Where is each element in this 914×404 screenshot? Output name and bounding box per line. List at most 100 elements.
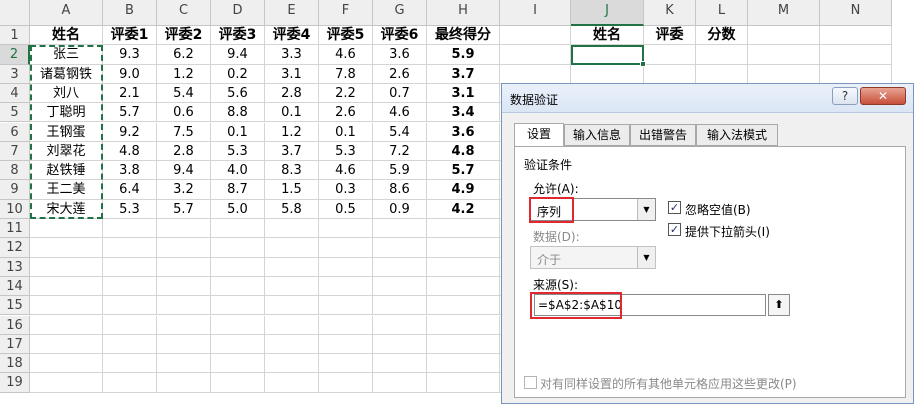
column-header[interactable]: M <box>748 0 820 26</box>
grid-cell[interactable]: 5.9 <box>373 161 427 181</box>
data-select[interactable]: 介于 ▼ <box>530 246 656 269</box>
grid-cell[interactable]: 王二美 <box>30 180 103 200</box>
grid-cell[interactable]: 8.7 <box>211 180 265 200</box>
row-header[interactable]: 6 <box>0 122 30 142</box>
grid-cell[interactable]: 5.3 <box>319 141 373 162</box>
grid-cell[interactable]: 8.6 <box>373 180 427 200</box>
grid-cell[interactable]: 3.3 <box>265 45 319 65</box>
grid-cell[interactable]: 0.7 <box>373 83 427 104</box>
grid-cell[interactable]: 8.8 <box>211 103 265 123</box>
grid-cell[interactable]: 4.2 <box>427 199 500 219</box>
grid-cell[interactable] <box>373 315 427 335</box>
grid-cell[interactable] <box>265 354 319 374</box>
grid-cell[interactable]: 姓名 <box>30 26 103 46</box>
grid-cell[interactable] <box>211 296 265 316</box>
grid-cell[interactable] <box>427 238 500 258</box>
grid-cell[interactable]: 5.8 <box>265 199 319 219</box>
grid-cell[interactable] <box>373 354 427 374</box>
grid-cell[interactable] <box>500 45 571 65</box>
grid-cell[interactable] <box>211 257 265 277</box>
grid-cell[interactable]: 诸葛钢铁 <box>30 64 103 84</box>
help-button[interactable]: ? <box>832 87 858 105</box>
grid-cell[interactable]: 0.2 <box>211 64 265 84</box>
grid-cell[interactable] <box>265 296 319 316</box>
grid-cell[interactable] <box>373 219 427 239</box>
row-header[interactable]: 8 <box>0 161 30 181</box>
dialog-titlebar[interactable]: 数据验证 ? ✕ <box>502 84 913 113</box>
grid-cell[interactable]: 3.2 <box>157 180 211 200</box>
grid-cell[interactable]: 张三 <box>30 45 103 65</box>
grid-cell[interactable]: 0.1 <box>319 122 373 142</box>
grid-cell[interactable] <box>696 64 748 84</box>
row-header[interactable]: 9 <box>0 180 30 200</box>
grid-cell[interactable] <box>427 296 500 316</box>
grid-cell[interactable] <box>30 315 103 335</box>
active-cell-j2[interactable] <box>571 45 644 65</box>
grid-cell[interactable] <box>373 296 427 316</box>
grid-cell[interactable] <box>157 296 211 316</box>
grid-cell[interactable]: 6.2 <box>157 45 211 65</box>
grid-cell[interactable]: 3.6 <box>427 122 500 142</box>
grid-cell[interactable]: 3.6 <box>373 45 427 65</box>
grid-cell[interactable] <box>427 354 500 374</box>
grid-cell[interactable]: 刘翠花 <box>30 141 103 162</box>
grid-cell[interactable] <box>319 238 373 258</box>
grid-cell[interactable]: 5.3 <box>103 199 157 219</box>
grid-cell[interactable]: 姓名 <box>571 26 644 46</box>
grid-cell[interactable]: 4.8 <box>427 141 500 162</box>
grid-cell[interactable] <box>157 276 211 297</box>
grid-cell[interactable]: 1.2 <box>157 64 211 84</box>
grid-cell[interactable]: 9.0 <box>103 64 157 84</box>
grid-cell[interactable]: 宋大莲 <box>30 199 103 219</box>
grid-cell[interactable]: 8.3 <box>265 161 319 181</box>
row-header[interactable]: 18 <box>0 354 30 374</box>
grid-cell[interactable] <box>211 238 265 258</box>
grid-cell[interactable]: 0.9 <box>373 199 427 219</box>
grid-cell[interactable] <box>157 373 211 393</box>
close-button[interactable]: ✕ <box>860 87 906 105</box>
grid-cell[interactable] <box>30 296 103 316</box>
grid-cell[interactable]: 2.8 <box>157 141 211 162</box>
grid-cell[interactable] <box>265 219 319 239</box>
grid-cell[interactable] <box>103 257 157 277</box>
grid-cell[interactable]: 5.9 <box>427 45 500 65</box>
grid-cell[interactable]: 9.4 <box>157 161 211 181</box>
grid-cell[interactable] <box>373 373 427 393</box>
grid-cell[interactable] <box>103 315 157 335</box>
row-header[interactable]: 7 <box>0 141 30 162</box>
grid-cell[interactable] <box>30 257 103 277</box>
grid-cell[interactable] <box>319 315 373 335</box>
chevron-down-icon[interactable]: ▼ <box>637 199 655 220</box>
grid-cell[interactable]: 4.8 <box>103 141 157 162</box>
grid-cell[interactable] <box>427 315 500 335</box>
grid-cell[interactable]: 1.2 <box>265 122 319 142</box>
grid-cell[interactable] <box>30 276 103 297</box>
grid-cell[interactable]: 评委2 <box>157 26 211 46</box>
grid-cell[interactable]: 4.6 <box>373 103 427 123</box>
grid-cell[interactable] <box>30 219 103 239</box>
grid-cell[interactable]: 5.4 <box>157 83 211 104</box>
row-header[interactable]: 15 <box>0 296 30 316</box>
grid-cell[interactable] <box>157 238 211 258</box>
ignore-blank-checkbox[interactable]: ✓ <box>668 201 681 214</box>
grid-cell[interactable]: 5.0 <box>211 199 265 219</box>
select-all-corner[interactable] <box>0 0 30 26</box>
row-header[interactable]: 1 <box>0 26 30 46</box>
grid-cell[interactable]: 5.4 <box>373 122 427 142</box>
grid-cell[interactable] <box>30 334 103 355</box>
grid-cell[interactable]: 评委6 <box>373 26 427 46</box>
row-header[interactable]: 19 <box>0 373 30 393</box>
column-header[interactable]: B <box>103 0 157 26</box>
grid-cell[interactable] <box>157 334 211 355</box>
grid-cell[interactable] <box>103 276 157 297</box>
grid-cell[interactable]: 7.2 <box>373 141 427 162</box>
column-header[interactable]: G <box>373 0 427 26</box>
grid-cell[interactable]: 7.5 <box>157 122 211 142</box>
grid-cell[interactable]: 4.9 <box>427 180 500 200</box>
grid-cell[interactable] <box>748 26 820 46</box>
grid-cell[interactable]: 评委5 <box>319 26 373 46</box>
grid-cell[interactable] <box>319 257 373 277</box>
grid-cell[interactable] <box>319 334 373 355</box>
grid-cell[interactable]: 0.3 <box>319 180 373 200</box>
grid-cell[interactable]: 0.1 <box>211 122 265 142</box>
